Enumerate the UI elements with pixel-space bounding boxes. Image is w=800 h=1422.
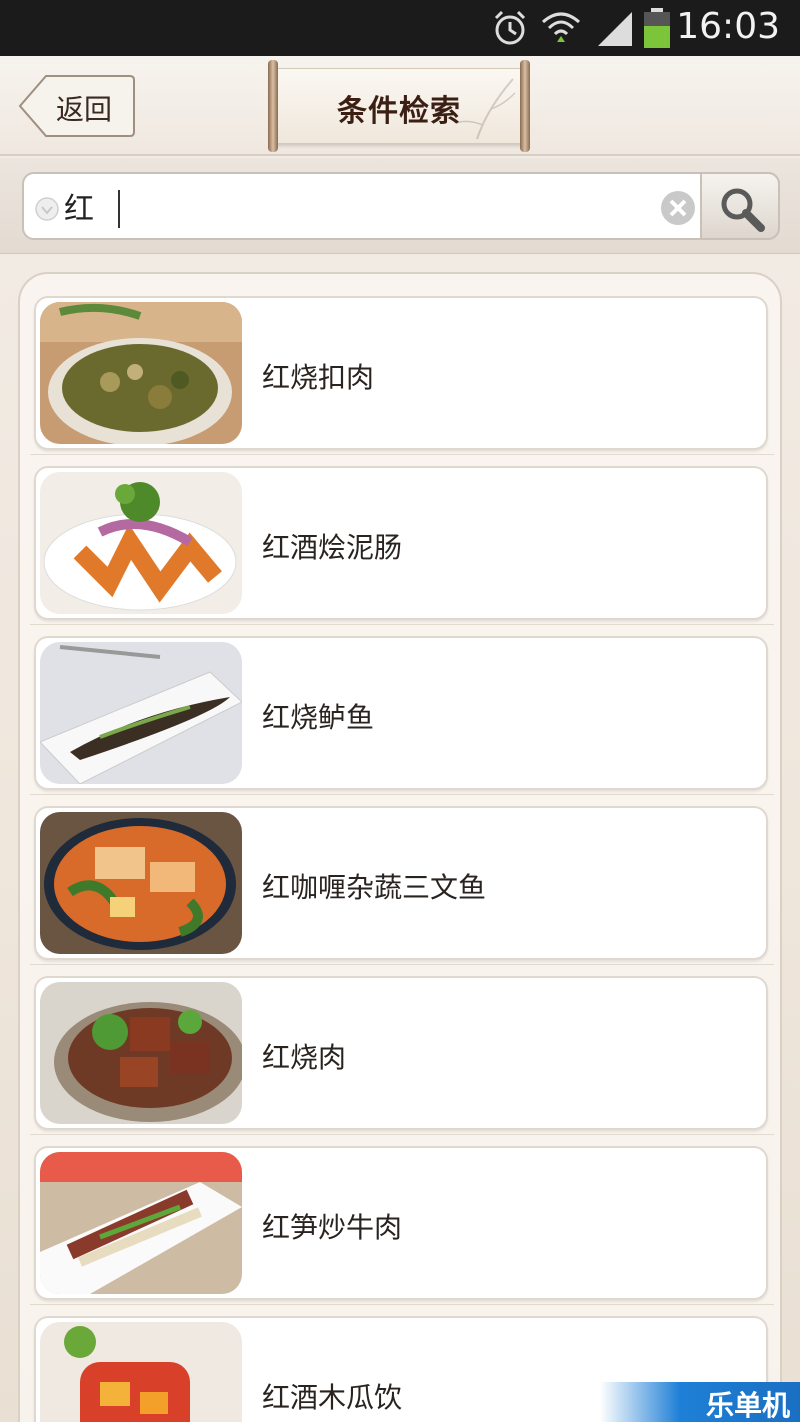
dish-name: 红咖喱杂蔬三文鱼 [262,871,487,904]
dish-thumbnail [40,642,242,784]
dish-name: 红酒木瓜饮 [262,1381,403,1414]
search-button[interactable] [700,172,780,240]
list-item[interactable]: 红烧扣肉 [34,296,768,450]
divider [30,964,774,965]
list-item[interactable]: 红烧鲈鱼 [34,636,768,790]
search-icon [721,188,765,232]
list-item[interactable]: 红笋炒牛肉 [34,1146,768,1300]
results-list: 红烧扣肉 红酒烩泥肠 红烧鲈鱼 红咖喱杂蔬三文鱼 红烧肉 红笋炒牛肉 红酒木瓜饮 [18,272,782,1422]
divider [30,624,774,625]
divider [30,794,774,795]
watermark-logo: 乐单机 [600,1382,800,1422]
dish-thumbnail [40,302,242,444]
divider [30,454,774,455]
clear-icon[interactable] [660,190,696,226]
status-time: 16:03 [676,6,780,47]
dish-name: 红烧鲈鱼 [262,701,375,734]
dish-name: 红烧扣肉 [262,361,375,394]
status-bar: 16:03 [0,0,800,56]
title-bar: 返回 条件检索 [0,56,800,156]
dish-thumbnail [40,1152,242,1294]
divider [30,1134,774,1135]
page-title: 条件检索 [337,94,461,129]
back-button[interactable]: 返回 [18,74,136,138]
dish-thumbnail [40,812,242,954]
list-item[interactable]: 红酒烩泥肠 [34,466,768,620]
list-item[interactable]: 红咖喱杂蔬三文鱼 [34,806,768,960]
search-input[interactable] [64,184,644,228]
dish-thumbnail [40,1322,242,1422]
location-pin-icon [35,197,59,221]
dish-name: 红酒烩泥肠 [262,531,403,564]
back-button-label: 返回 [56,93,113,126]
search-bar [0,158,800,254]
text-caret [118,190,120,228]
dish-thumbnail [40,982,242,1124]
battery-icon [644,8,670,48]
dish-thumbnail [40,472,242,614]
alarm-icon [494,10,526,45]
list-item[interactable]: 红烧肉 [34,976,768,1130]
divider [30,1304,774,1305]
dish-name: 红烧肉 [262,1041,347,1074]
wifi-icon [542,12,580,42]
search-box [22,172,780,240]
watermark-text: 乐单机 [705,1389,790,1422]
signal-icon [598,12,632,46]
title-scroll: 条件检索 [266,60,532,152]
dish-name: 红笋炒牛肉 [262,1211,403,1244]
